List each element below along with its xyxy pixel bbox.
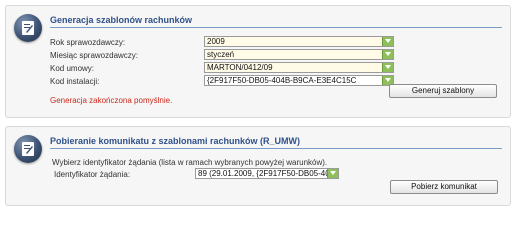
document-edit-icon (14, 14, 42, 42)
month-label: Miesiąc sprawozdawczy: (50, 51, 139, 60)
chevron-down-icon[interactable] (382, 37, 393, 46)
year-label: Rok sprawozdawczy: (50, 38, 126, 47)
contract-select[interactable]: MARTON/0412/09 (204, 62, 394, 73)
instruction-text: Wybierz identyfikator żądania (lista w r… (52, 158, 328, 167)
fetch-message-button[interactable]: Pobierz komunikat (390, 180, 498, 194)
month-value: styczeń (207, 50, 235, 59)
installation-select[interactable]: {2F917F50-DB05-404B-B9CA-E3E4C15C (204, 75, 394, 86)
installation-label: Kod instalacji: (50, 77, 100, 86)
installation-value: {2F917F50-DB05-404B-B9CA-E3E4C15C (207, 76, 357, 85)
generate-templates-button[interactable]: Generuj szablony (389, 84, 497, 98)
title-divider (50, 148, 502, 149)
generation-panel-title: Generacja szablonów rachunków (50, 15, 193, 25)
chevron-down-icon[interactable] (382, 50, 393, 59)
fetch-panel-title: Pobieranie komunikatu z szablonami rachu… (50, 136, 301, 146)
chevron-down-icon[interactable] (382, 63, 393, 72)
title-divider (50, 27, 502, 28)
contract-label: Kod umowy: (50, 64, 95, 73)
year-select[interactable]: 2009 (204, 36, 394, 47)
year-value: 2009 (207, 37, 225, 46)
chevron-down-icon[interactable] (327, 169, 338, 178)
request-label: Identyfikator żądania: (54, 170, 131, 179)
document-edit-icon (14, 135, 42, 163)
month-select[interactable]: styczeń (204, 49, 394, 60)
contract-value: MARTON/0412/09 (207, 63, 273, 72)
status-message: Generacja zakończona pomyślnie. (50, 96, 173, 105)
request-value: 89 (29.01.2009, {2F917F50-DB05-404B-B9 (198, 169, 339, 178)
request-select[interactable]: 89 (29.01.2009, {2F917F50-DB05-404B-B9 (195, 168, 339, 179)
